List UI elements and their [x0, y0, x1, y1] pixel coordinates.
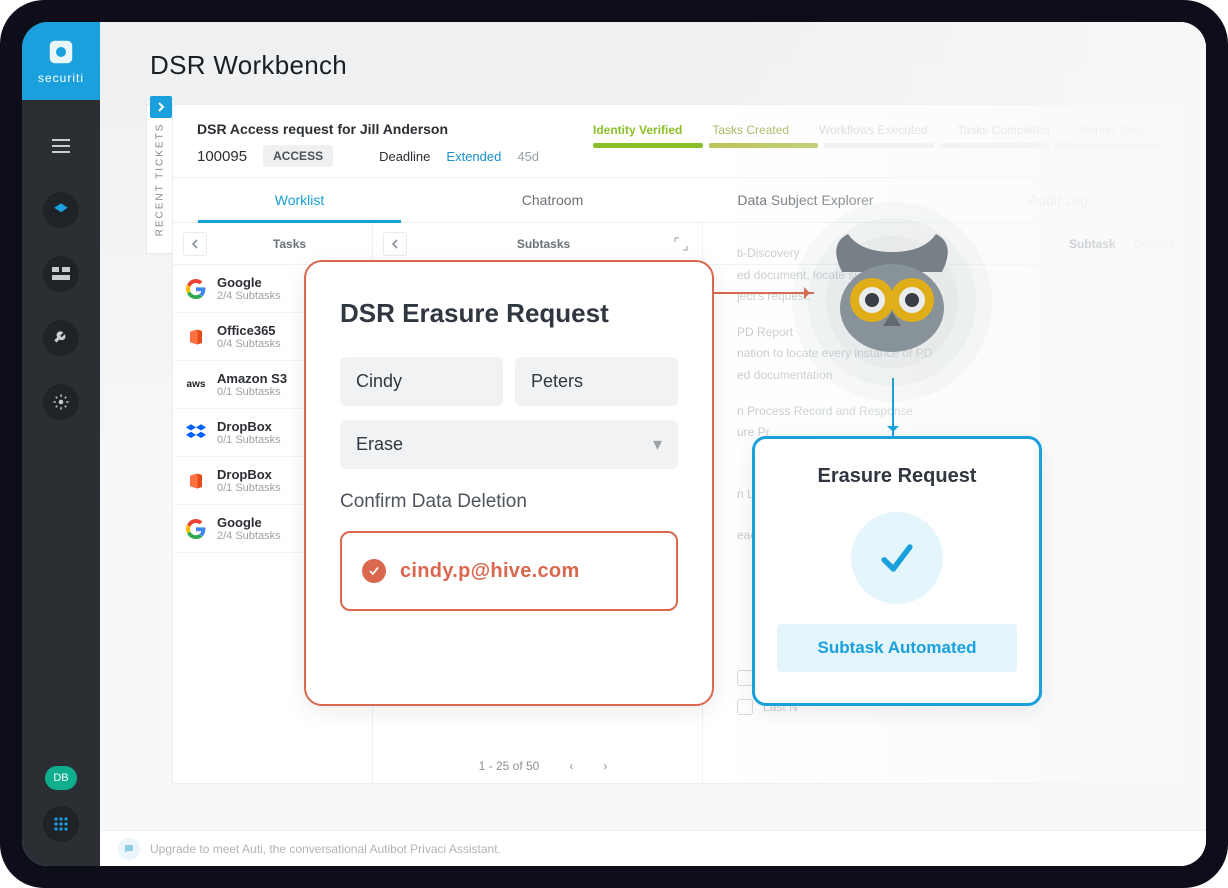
nav-tools-icon[interactable]: [43, 320, 79, 356]
task-name: Google: [217, 515, 281, 530]
tasks-header: Tasks: [217, 237, 362, 251]
tasks-back-button[interactable]: [183, 232, 207, 256]
checkbox-last-name[interactable]: [737, 699, 753, 715]
tab-chatroom[interactable]: Chatroom: [426, 178, 679, 222]
task-name: DropBox: [217, 419, 281, 434]
success-check-icon: [851, 512, 943, 604]
subtasks-back-button[interactable]: [383, 232, 407, 256]
task-subcount: 0/1 Subtasks: [217, 386, 287, 398]
pagination-label: 1 - 25 of 50: [479, 759, 540, 773]
dropbox-icon: [185, 422, 207, 444]
erasure-request-panel: DSR Erasure Request Cindy Peters Erase ▾…: [304, 260, 714, 706]
progress-step-1: Identity Verified: [593, 123, 682, 137]
pagination: 1 - 25 of 50 ‹ ›: [383, 759, 703, 773]
workbench-tabs: Worklist Chatroom Data Subject Explorer …: [173, 178, 1185, 223]
confirm-label: Confirm Data Deletion: [340, 491, 678, 513]
confirm-email-box[interactable]: cindy.p@hive.com: [340, 531, 678, 611]
progress-tracker: Identity Verified Tasks Created Workflow…: [593, 123, 1165, 148]
task-subcount: 0/1 Subtasks: [217, 482, 281, 494]
progress-step-3: Workflows Executed: [819, 123, 928, 137]
banner-text: Upgrade to meet Auti, the conversational…: [150, 842, 501, 856]
recent-tickets-tab[interactable]: RECENT TICKETS: [146, 104, 172, 254]
pagination-prev[interactable]: ‹: [569, 759, 573, 773]
task-subcount: 2/4 Subtasks: [217, 290, 281, 302]
erasure-result-panel: Erasure Request Subtask Automated: [752, 436, 1042, 706]
result-title: Erasure Request: [818, 465, 977, 488]
task-subcount: 0/1 Subtasks: [217, 434, 281, 446]
office-icon: [185, 470, 207, 492]
expand-icon[interactable]: [670, 233, 692, 255]
brand-name: securiti: [38, 71, 84, 85]
google-icon: [185, 278, 207, 300]
expand-recent-tickets-button[interactable]: [150, 96, 172, 118]
owl-assistant-icon: [792, 202, 992, 402]
task-name: Google: [217, 275, 281, 290]
subtasks-header: Subtasks: [417, 237, 670, 251]
last-name-field[interactable]: Peters: [515, 357, 678, 406]
erasure-title: DSR Erasure Request: [340, 298, 678, 329]
office-icon: [185, 326, 207, 348]
progress-step-2: Tasks Created: [712, 123, 789, 137]
access-badge: ACCESS: [263, 145, 333, 167]
page-title: DSR Workbench: [150, 50, 347, 81]
action-select[interactable]: Erase ▾: [340, 420, 678, 469]
checkbox-first-name[interactable]: [737, 670, 753, 686]
deadline-days: 45d: [517, 149, 539, 164]
app-sidebar: securiti DB: [22, 22, 100, 866]
task-subcount: 2/4 Subtasks: [217, 530, 281, 542]
confirm-email: cindy.p@hive.com: [400, 560, 580, 583]
brand-logo[interactable]: securiti: [22, 22, 100, 100]
request-id: 100095: [197, 148, 247, 165]
menu-icon[interactable]: [43, 128, 79, 164]
task-name: Amazon S3: [217, 371, 287, 386]
google-icon: [185, 518, 207, 540]
nav-dashboard-icon[interactable]: [43, 192, 79, 228]
deadline-extended-link[interactable]: Extended: [446, 149, 501, 164]
nav-workbench-icon[interactable]: [43, 256, 79, 292]
deadline-label: Deadline: [379, 149, 430, 164]
progress-step-5: Report Sent: [1080, 123, 1144, 137]
pagination-next[interactable]: ›: [603, 759, 607, 773]
upgrade-banner[interactable]: Upgrade to meet Auti, the conversational…: [100, 830, 1206, 866]
user-avatar[interactable]: DB: [45, 766, 76, 790]
check-circle-icon: [362, 559, 386, 583]
tab-worklist[interactable]: Worklist: [173, 178, 426, 222]
apps-menu-icon[interactable]: [43, 806, 79, 842]
progress-step-4: Tasks Completed: [958, 123, 1050, 137]
first-name-field[interactable]: Cindy: [340, 357, 503, 406]
nav-settings-icon[interactable]: [43, 384, 79, 420]
chevron-down-icon: ▾: [653, 434, 662, 455]
recent-tickets-label: RECENT TICKETS: [154, 122, 165, 236]
action-value: Erase: [356, 434, 403, 455]
chat-icon: [118, 838, 140, 860]
task-name: Office365: [217, 323, 281, 338]
aws-icon: aws: [185, 374, 207, 396]
result-status: Subtask Automated: [777, 624, 1017, 672]
task-subcount: 0/4 Subtasks: [217, 338, 281, 350]
task-name: DropBox: [217, 467, 281, 482]
